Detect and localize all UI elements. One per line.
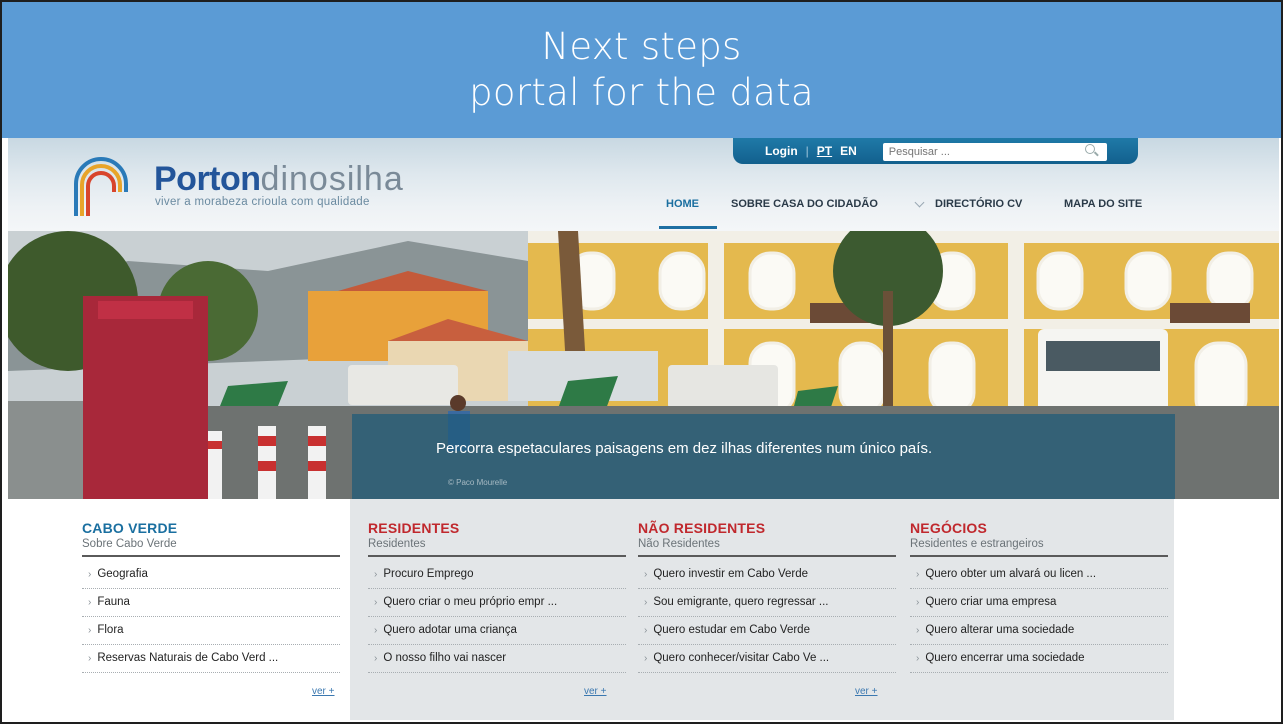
- chevron-right-icon: ›: [916, 653, 920, 664]
- chevron-right-icon: ›: [644, 569, 648, 580]
- chevron-right-icon: ›: [88, 653, 92, 664]
- chevron-right-icon: ›: [916, 625, 920, 636]
- list-item[interactable]: › Sou emigrante, quero regressar ...: [638, 589, 896, 617]
- search-icon[interactable]: [1084, 143, 1095, 154]
- column-heading[interactable]: RESIDENTES: [368, 520, 626, 536]
- list-item[interactable]: › Geografia: [82, 561, 340, 589]
- column-subtitle: Sobre Cabo Verde: [82, 538, 340, 557]
- column-negocios: NEGÓCIOS Residentes e estrangeiros › Quer…: [910, 520, 1168, 673]
- chevron-right-icon: ›: [88, 569, 92, 580]
- top-utility-bar: Login | PT EN: [733, 138, 1138, 164]
- slide-title-line-1: Next steps: [541, 25, 742, 68]
- hero-caption-overlay: Percorra espetaculares paisagens em dez …: [352, 414, 1175, 499]
- list-item[interactable]: › Flora: [82, 617, 340, 645]
- search-input[interactable]: [882, 142, 1107, 161]
- more-link[interactable]: ver +: [584, 686, 607, 697]
- chevron-right-icon: ›: [88, 597, 92, 608]
- chevron-right-icon: ›: [374, 653, 378, 664]
- list-item[interactable]: › Quero investir em Cabo Verde: [638, 561, 896, 589]
- column-heading[interactable]: NEGÓCIOS: [910, 520, 1168, 536]
- brand-bold: Porton: [154, 160, 261, 198]
- column-residentes: RESIDENTES Residentes › Procuro Emprego ›…: [368, 520, 626, 673]
- column-heading[interactable]: CABO VERDE: [82, 520, 340, 536]
- login-link[interactable]: Login: [765, 144, 798, 158]
- logo-rainbow-icon[interactable]: [70, 152, 132, 216]
- link-list: › Procuro Emprego › Quero criar o meu próp…: [368, 561, 626, 673]
- list-item[interactable]: › Quero adotar uma criança: [368, 617, 626, 645]
- column-nao-residentes: NÃO RESIDENTES Não Residentes › Quero inv…: [638, 520, 896, 673]
- list-item[interactable]: › Quero criar o meu próprio empr ...: [368, 589, 626, 617]
- column-subtitle: Residentes: [368, 538, 626, 557]
- list-item[interactable]: › Quero conhecer/visitar Cabo Ve ...: [638, 645, 896, 673]
- list-item[interactable]: › Procuro Emprego: [368, 561, 626, 589]
- site-header: Login | PT EN Portondinosilha viver a mo…: [8, 138, 1279, 231]
- chevron-right-icon: ›: [88, 625, 92, 636]
- language-en-link[interactable]: EN: [840, 144, 857, 158]
- chevron-right-icon: ›: [916, 597, 920, 608]
- more-link[interactable]: ver +: [312, 686, 335, 697]
- column-heading[interactable]: NÃO RESIDENTES: [638, 520, 896, 536]
- list-item[interactable]: › Quero alterar uma sociedade: [910, 617, 1168, 645]
- chevron-right-icon: ›: [374, 569, 378, 580]
- brand-light: dinosilha: [260, 160, 404, 198]
- site-brand-name[interactable]: Portondinosilha: [154, 160, 404, 199]
- language-pt-link[interactable]: PT: [817, 144, 832, 158]
- link-list: › Quero obter um alvará ou licen ... › Que…: [910, 561, 1168, 673]
- more-link[interactable]: ver +: [855, 686, 878, 697]
- chevron-right-icon: ›: [916, 569, 920, 580]
- hero-caption-text: Percorra espetaculares paisagens em dez …: [436, 440, 933, 457]
- hero-banner: Percorra espetaculares paisagens em dez …: [8, 231, 1279, 499]
- list-item[interactable]: › Quero criar uma empresa: [910, 589, 1168, 617]
- chevron-down-icon[interactable]: [914, 197, 925, 208]
- slide-title-bar: Next steps portal for the data: [2, 2, 1281, 138]
- link-list: › Quero investir em Cabo Verde › Sou emigr…: [638, 561, 896, 673]
- nav-directorio-cv[interactable]: DIRECTÓRIO CV: [935, 198, 1022, 216]
- list-item[interactable]: › O nosso filho vai nascer: [368, 645, 626, 673]
- chevron-right-icon: ›: [374, 625, 378, 636]
- chevron-right-icon: ›: [644, 597, 648, 608]
- column-subtitle: Residentes e estrangeiros: [910, 538, 1168, 557]
- list-item[interactable]: › Quero estudar em Cabo Verde: [638, 617, 896, 645]
- list-item[interactable]: › Reservas Naturais de Cabo Verd ...: [82, 645, 340, 673]
- nav-mapa-do-site[interactable]: MAPA DO SITE: [1064, 198, 1142, 216]
- slide-title-line-2: portal for the data: [469, 71, 814, 114]
- search-box: [865, 142, 1107, 161]
- site-tagline: viver a morabeza crioula com qualidade: [155, 196, 370, 208]
- link-list: › Geografia › Fauna › Flora › Reservas Natur…: [82, 561, 340, 673]
- nav-sobre-casa-do-cidadao[interactable]: SOBRE CASA DO CIDADÃO: [731, 198, 878, 216]
- topbar-separator: |: [805, 144, 809, 158]
- list-item[interactable]: › Quero encerrar uma sociedade: [910, 645, 1168, 673]
- photo-credit: © Paco Mourelle: [448, 478, 508, 487]
- list-item[interactable]: › Quero obter um alvará ou licen ...: [910, 561, 1168, 589]
- nav-active-indicator: [659, 226, 717, 229]
- nav-home[interactable]: HOME: [666, 198, 699, 216]
- column-cabo-verde: CABO VERDE Sobre Cabo Verde › Geografia ›…: [82, 520, 340, 673]
- list-item[interactable]: › Fauna: [82, 589, 340, 617]
- chevron-right-icon: ›: [374, 597, 378, 608]
- slide: Next steps portal for the data Login | P…: [0, 0, 1283, 724]
- chevron-right-icon: ›: [644, 625, 648, 636]
- chevron-right-icon: ›: [644, 653, 648, 664]
- column-subtitle: Não Residentes: [638, 538, 896, 557]
